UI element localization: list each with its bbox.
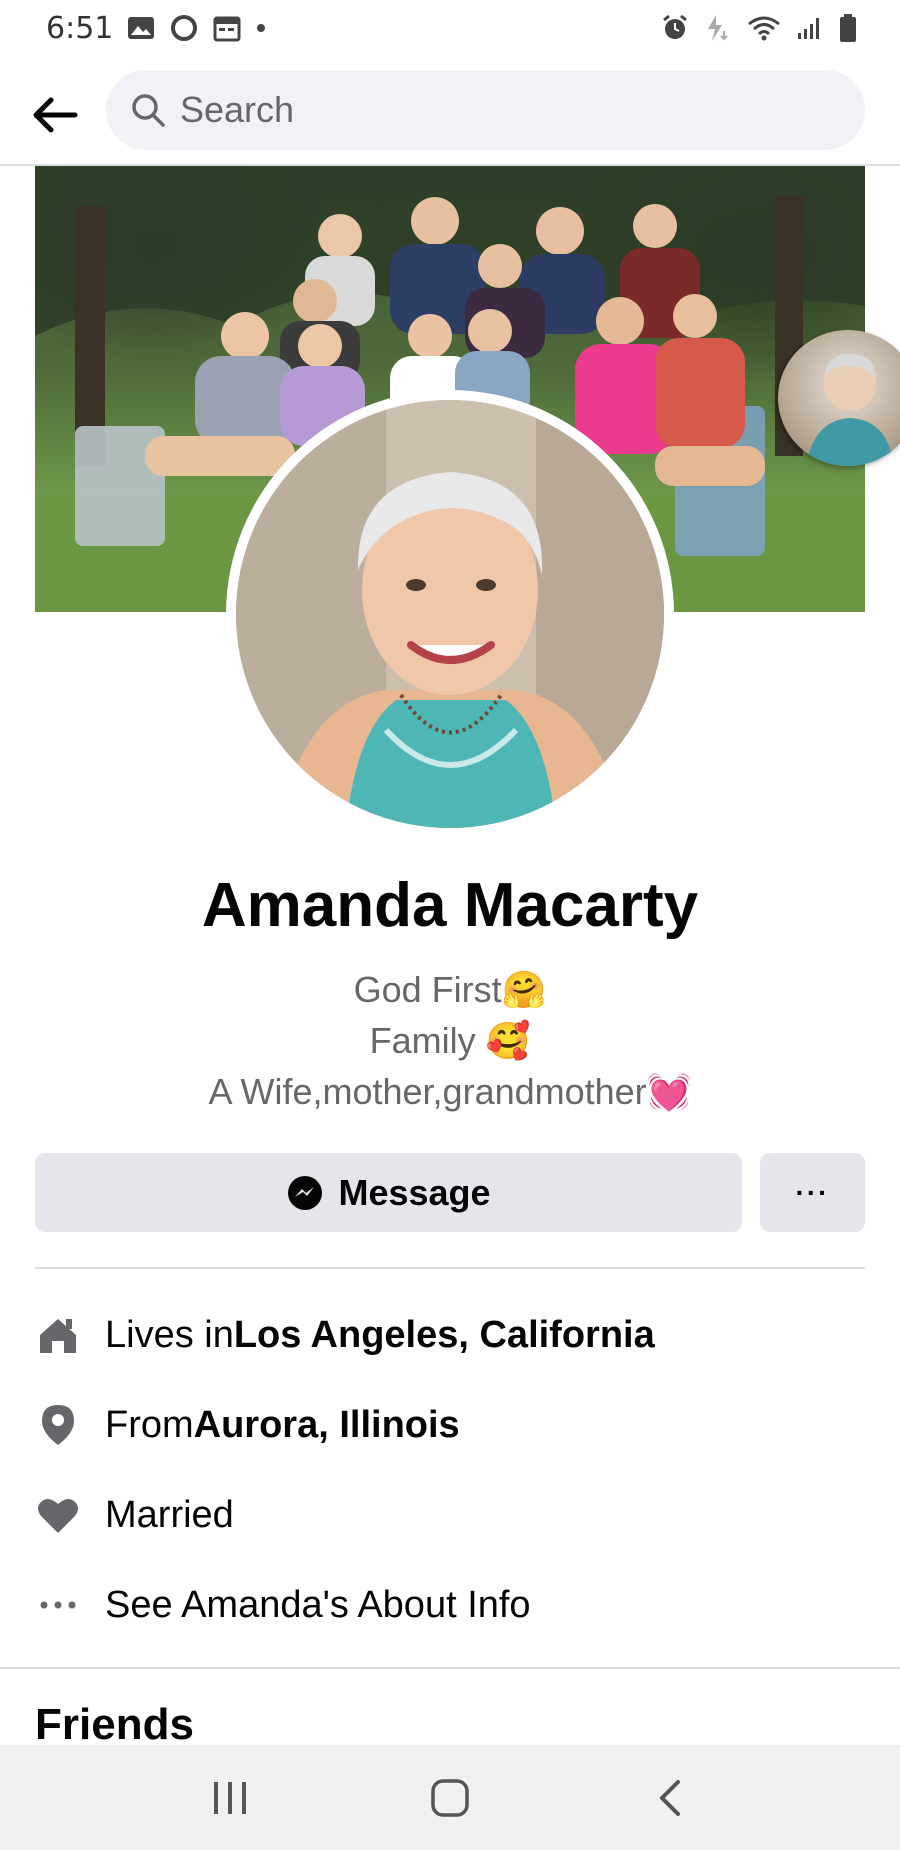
recent-apps-button[interactable]	[190, 1758, 270, 1838]
profile-picture-image	[236, 400, 664, 828]
chevron-left-icon	[660, 1779, 680, 1816]
back-nav-button[interactable]	[630, 1758, 710, 1838]
message-button-label: Message	[338, 1171, 491, 1213]
battery-icon	[840, 14, 856, 42]
info-prefix: From	[105, 1403, 194, 1446]
divider	[35, 1267, 865, 1269]
info-row-see-about[interactable]: See Amanda's About Info	[35, 1560, 865, 1650]
status-left: 6:51	[46, 11, 267, 46]
info-text: Married	[105, 1493, 234, 1536]
more-dots-icon: ···	[795, 1176, 830, 1208]
info-prefix: Lives in	[105, 1313, 234, 1356]
search-icon	[132, 94, 165, 127]
info-value[interactable]: Los Angeles, California	[234, 1314, 655, 1357]
more-dots-icon	[35, 1582, 81, 1628]
hugging-face-emoji: 🤗	[501, 970, 547, 1011]
profile-picture[interactable]	[236, 400, 664, 828]
messenger-icon	[288, 1175, 323, 1210]
dot-icon	[257, 24, 266, 32]
info-row-from[interactable]: From Aurora, Illinois	[35, 1380, 865, 1470]
bio-line-text: God First	[353, 969, 502, 1010]
system-navigation-bar	[0, 1745, 900, 1850]
location-pin-icon	[35, 1402, 81, 1448]
bio-line-3: A Wife,mother,grandmother💓	[0, 1067, 900, 1118]
arrow-left-icon	[33, 97, 78, 133]
info-value[interactable]: Aurora, Illinois	[194, 1404, 460, 1447]
charging-icon	[708, 15, 728, 41]
more-options-button[interactable]: ···	[760, 1153, 865, 1232]
friends-heading[interactable]: Friends	[35, 1700, 194, 1750]
section-divider	[0, 1667, 900, 1669]
image-icon	[128, 17, 155, 39]
recent-apps-icon	[214, 1781, 246, 1814]
bio-line-2: Family 🥰	[0, 1016, 900, 1067]
bio-line-text: Family	[369, 1020, 486, 1061]
circle-icon	[171, 15, 198, 41]
profile-picture-frame[interactable]	[226, 390, 674, 838]
message-button[interactable]: Message	[35, 1153, 742, 1232]
alarm-icon	[663, 14, 687, 39]
intro-info-list: Lives in Los Angeles, California From Au…	[35, 1290, 865, 1650]
calendar-icon	[213, 16, 241, 42]
search-input[interactable]	[180, 89, 800, 131]
bio-line-1: God First🤗	[0, 965, 900, 1016]
status-right	[660, 13, 858, 43]
signal-icon	[798, 18, 819, 39]
status-bar: 6:51	[0, 0, 900, 56]
back-button[interactable]	[20, 80, 90, 150]
beating-heart-emoji: 💓	[646, 1072, 692, 1113]
profile-bio: God First🤗 Family 🥰 A Wife,mother,grandm…	[0, 965, 900, 1118]
home-square-icon	[431, 1778, 469, 1817]
smiling-face-with-hearts-emoji: 🥰	[485, 1021, 531, 1062]
search-bar[interactable]	[106, 70, 865, 150]
wifi-icon	[748, 16, 780, 41]
bio-line-text: A Wife,mother,grandmother	[208, 1071, 647, 1112]
heart-icon	[35, 1492, 81, 1538]
info-row-lives-in[interactable]: Lives in Los Angeles, California	[35, 1290, 865, 1380]
profile-actions: Message ···	[35, 1153, 865, 1232]
top-app-bar	[0, 66, 900, 166]
status-time: 6:51	[46, 10, 114, 46]
home-icon	[35, 1312, 81, 1358]
profile-name: Amanda Macarty	[201, 871, 699, 940]
info-row-relationship[interactable]: Married	[35, 1470, 865, 1560]
see-about-info-link[interactable]: See Amanda's About Info	[105, 1584, 531, 1627]
home-button[interactable]	[410, 1758, 490, 1838]
